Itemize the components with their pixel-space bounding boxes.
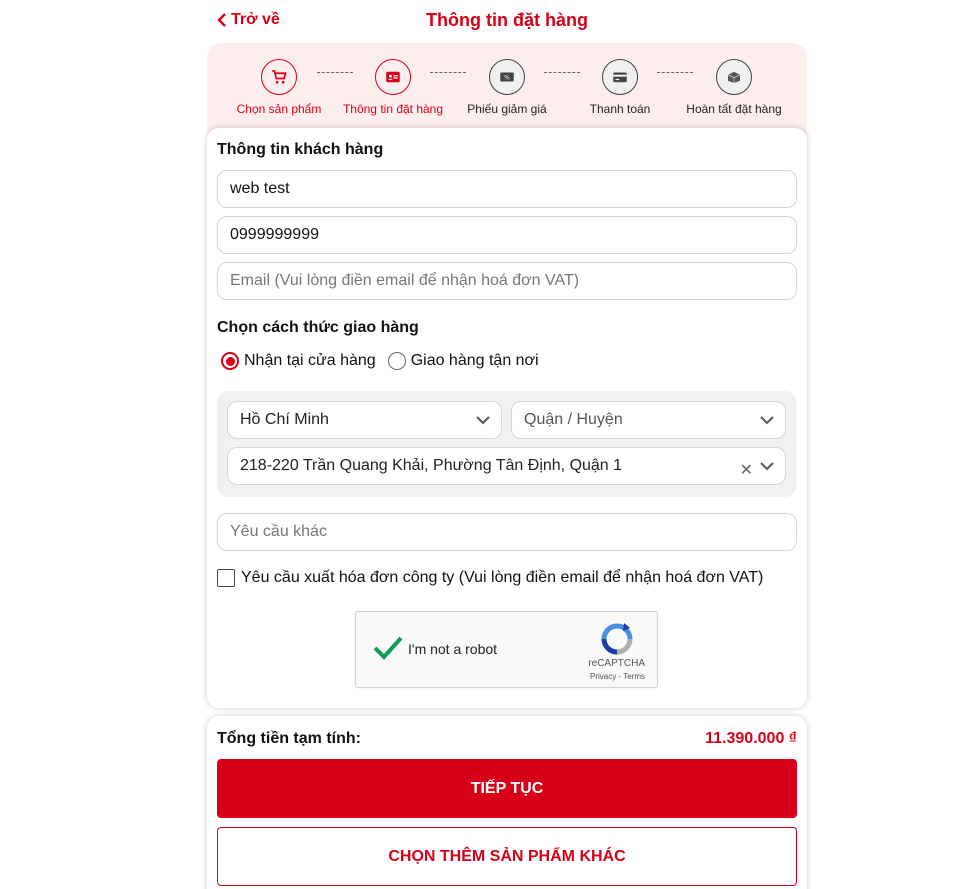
city-select[interactable]: Hồ Chí Minh bbox=[227, 401, 502, 439]
checkbox-box[interactable] bbox=[217, 569, 235, 587]
radio-home-delivery[interactable]: Giao hàng tận nơi bbox=[387, 352, 539, 370]
city-value: Hồ Chí Minh bbox=[240, 411, 329, 428]
other-request-field[interactable]: Yêu cầu khác bbox=[217, 513, 797, 551]
page-title: Thông tin đặt hàng bbox=[426, 10, 588, 30]
recaptcha-label: I'm not a robot bbox=[408, 641, 498, 657]
total-row: Tổng tiền tạm tính: 11.390.000 ₫ bbox=[217, 730, 797, 748]
step-label: Thanh toán bbox=[589, 102, 651, 116]
coupon-icon: % bbox=[489, 59, 525, 95]
order-summary-card: Tổng tiền tạm tính: 11.390.000 ₫ TIẾP TỤ… bbox=[207, 716, 807, 889]
chevron-down-icon bbox=[760, 462, 774, 471]
customer-section-title: Thông tin khách hàng bbox=[217, 141, 384, 158]
step-payment[interactable]: Thanh toán bbox=[560, 59, 680, 116]
chevron-down-icon bbox=[760, 416, 774, 425]
recaptcha-logo-icon bbox=[601, 623, 633, 655]
recaptcha-brand: reCAPTCHA bbox=[588, 658, 645, 669]
store-select[interactable]: 218-220 Trần Quang Khải, Phường Tân Định… bbox=[227, 447, 786, 485]
radio-label: Nhận tại cửa hàng bbox=[244, 352, 376, 369]
total-value: 11.390.000 ₫ bbox=[705, 730, 797, 747]
step-select-product[interactable]: Chọn sản phẩm bbox=[219, 59, 339, 116]
step-coupon[interactable]: % Phiếu giảm giá bbox=[447, 59, 567, 116]
delivery-section-title: Chọn cách thức giao hàng bbox=[217, 319, 419, 336]
close-icon[interactable]: ✕ bbox=[740, 460, 753, 480]
package-icon bbox=[716, 59, 752, 95]
company-invoice-checkbox[interactable]: Yêu cầu xuất hóa đơn công ty (Vui lòng đ… bbox=[217, 569, 763, 587]
store-address-box: Hồ Chí Minh Quận / Huyện 218-220 Trần Qu… bbox=[217, 391, 797, 497]
checkmark-icon[interactable] bbox=[372, 634, 404, 662]
step-order-info[interactable]: Thông tin đặt hàng bbox=[333, 59, 453, 116]
radio-dot[interactable] bbox=[221, 352, 239, 370]
recaptcha-terms-link[interactable]: Privacy - Terms bbox=[590, 672, 645, 681]
district-placeholder: Quận / Huyện bbox=[524, 411, 623, 428]
name-field[interactable]: web test bbox=[217, 170, 797, 208]
step-label: Chọn sản phẩm bbox=[236, 102, 322, 116]
step-complete[interactable]: Hoàn tất đặt hàng bbox=[674, 59, 794, 116]
radio-dot[interactable] bbox=[387, 352, 406, 370]
district-select[interactable]: Quận / Huyện bbox=[511, 401, 786, 439]
customer-info-card: Thông tin khách hàng web test 0999999999… bbox=[207, 128, 807, 708]
continue-button[interactable]: TIẾP TỤC bbox=[217, 759, 797, 818]
step-label: Phiếu giảm giá bbox=[467, 102, 547, 116]
choose-more-products-button[interactable]: CHỌN THÊM SẢN PHẨM KHÁC bbox=[217, 827, 797, 886]
page-header: Trở về Thông tin đặt hàng bbox=[207, 0, 807, 42]
step-label: Hoàn tất đặt hàng bbox=[686, 102, 782, 116]
total-label: Tổng tiền tạm tính: bbox=[217, 730, 361, 747]
recaptcha-widget[interactable]: I'm not a robot reCAPTCHA Privacy - Term… bbox=[355, 611, 658, 688]
phone-field[interactable]: 0999999999 bbox=[217, 216, 797, 254]
svg-text:%: % bbox=[504, 75, 510, 82]
radio-label: Giao hàng tận nơi bbox=[410, 352, 539, 369]
radio-pickup-store[interactable]: Nhận tại cửa hàng bbox=[221, 352, 376, 370]
id-card-icon bbox=[375, 59, 411, 95]
store-address-value: 218-220 Trần Quang Khải, Phường Tân Định… bbox=[240, 457, 623, 474]
cart-icon bbox=[261, 59, 297, 95]
credit-card-icon bbox=[602, 59, 638, 95]
step-label: Thông tin đặt hàng bbox=[342, 102, 444, 116]
chevron-down-icon bbox=[476, 416, 490, 425]
email-field[interactable]: Email (Vui lòng điền email để nhận hoá đ… bbox=[217, 262, 797, 300]
checkbox-label: Yêu cầu xuất hóa đơn công ty (Vui lòng đ… bbox=[241, 569, 764, 586]
delivery-options: Nhận tại cửa hàng Giao hàng tận nơi bbox=[221, 352, 551, 370]
